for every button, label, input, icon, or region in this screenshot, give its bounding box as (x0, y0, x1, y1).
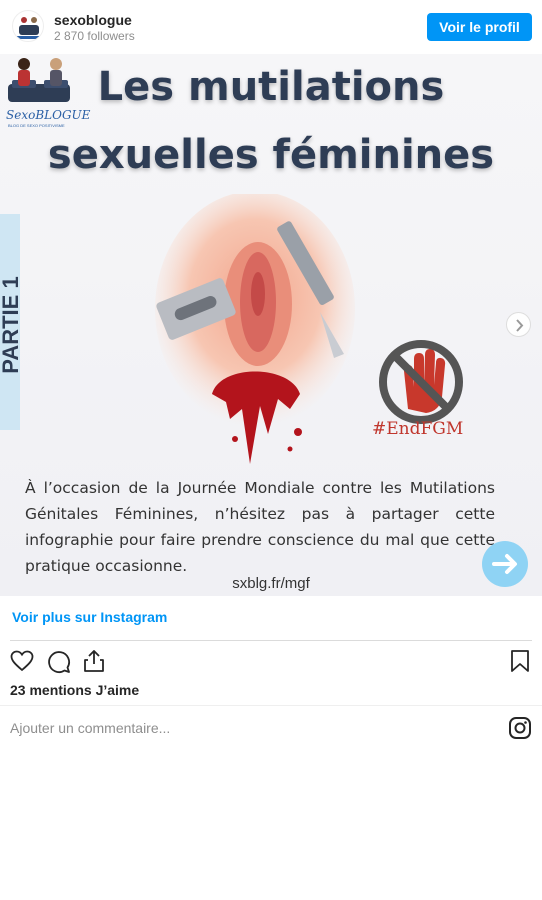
bookmark-icon[interactable] (509, 649, 531, 673)
logo-text: SexoBLOGUE (6, 108, 91, 122)
post-paragraph: À l’occasion de la Journée Mondiale cont… (25, 479, 495, 575)
side-tab-label: PARTIE 1 (0, 276, 23, 374)
follower-count: 2 870 followers (54, 29, 135, 43)
chevron-right-icon (516, 319, 524, 332)
no-fgm-hand-icon (379, 340, 463, 424)
hashtag: #EndFGM (372, 419, 464, 439)
post-header: sexoblogue 2 870 followers Voir le profi… (0, 0, 542, 54)
divider (10, 640, 532, 641)
post-image[interactable]: SexoBLOGUE BLOG DE SEXO POSITIVISME Les … (0, 54, 542, 596)
instagram-icon[interactable] (508, 716, 532, 740)
logo-subtitle: BLOG DE SEXO POSITIVISME (8, 123, 65, 128)
username[interactable]: sexoblogue (54, 12, 132, 28)
heart-icon[interactable] (10, 650, 34, 672)
view-more-link[interactable]: Voir plus sur Instagram (12, 609, 167, 625)
next-slide-arrow[interactable] (482, 541, 528, 587)
share-icon[interactable] (82, 649, 106, 673)
comment-input[interactable]: Ajouter un commentaire... (10, 720, 170, 736)
arrow-right-icon (492, 554, 517, 574)
post-title-line2: sexuelles féminines (47, 132, 495, 178)
divider (0, 705, 542, 706)
illustration (155, 194, 355, 464)
post-title-line1: Les mutilations (97, 64, 445, 110)
post-url: sxblg.fr/mgf (232, 575, 310, 592)
view-profile-button[interactable]: Voir le profil (427, 13, 532, 41)
avatar[interactable] (12, 10, 44, 42)
comment-icon[interactable] (47, 650, 71, 674)
carousel-next-button[interactable] (506, 312, 531, 337)
like-count[interactable]: 23 mentions J’aime (10, 682, 139, 698)
